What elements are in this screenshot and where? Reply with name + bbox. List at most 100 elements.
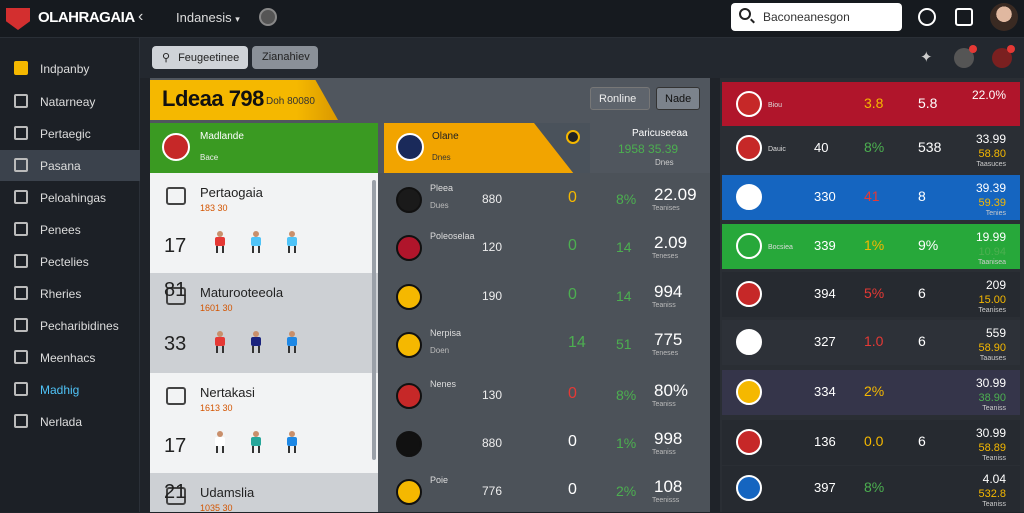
team-crest-icon [736,135,762,161]
match-odds-label: Teaniss [652,449,676,456]
team-logo-icon [166,387,186,405]
sidebar-item-label: Pertaegic [40,127,91,141]
player-figure-icon [284,331,300,353]
match-team: Poleoselaa [430,231,475,241]
standing-played: 330 [814,189,836,204]
sidebar-item-0[interactable]: Indpanby [0,53,140,84]
standing-form: 3.8 [864,95,884,111]
standing-form: 8% [864,139,885,155]
sidebar-item-7[interactable]: Rheries [0,278,140,309]
match-score: 0 [568,433,577,450]
match-team: Poie [430,475,449,485]
standing-odds-label: Teaniss [982,501,1006,508]
odds-value: 1958 35.39 [618,142,679,156]
search-filter-button[interactable]: ⚲ Feugeetinee [152,46,248,69]
match-odds: 22.09 [654,185,697,204]
team-crest-icon [736,379,762,405]
sidebar-item-label: Pecharibidines [40,319,119,333]
standing-odds: 4.04 [982,472,1006,486]
team-crest-icon [736,329,762,355]
team-crest-icon [396,187,422,213]
sidebar-item-2[interactable]: Pertaegic [0,118,140,149]
team-rank: 17 [164,435,187,457]
globe-icon[interactable] [259,8,277,26]
standing-odds: 559 [985,326,1006,340]
mode-button[interactable]: Nade [656,87,700,110]
search-input[interactable]: Baconeanesgon [763,10,850,24]
avatar[interactable] [990,3,1018,31]
pin-icon[interactable]: ✦ [920,48,940,68]
standing-points: 6 [918,285,926,301]
team-crest-icon [396,133,424,161]
match-score: 14 [568,334,586,351]
standing-odds: 30.99 [975,426,1006,440]
home-header-title: Madlande [200,131,244,142]
match-score: 0 [568,189,577,206]
standing-row[interactable]: 330 41 8 39.39 59.39 Tenies [722,175,1020,220]
match-row[interactable]: Poleoselaa 120 0 14 2.09 Teneses [378,221,710,269]
standing-row[interactable]: 397 8% 4.04 532.8 Teaniss [722,466,1020,512]
team-row[interactable]: Udamslia 1035 30 21 [150,473,378,513]
team-row[interactable]: Nertakasi 1613 30 17 [150,373,378,473]
cube-icon [14,126,28,140]
match-row[interactable]: 880 0 1% 998 Teaniss [378,417,710,465]
match-row[interactable]: Poie 776 0 2% 108 Teenisss [378,465,710,512]
home-header: Madlande Bace [150,123,378,173]
home-header-sub: Bace [200,153,219,162]
secondary-filter-button[interactable]: Zianahiev [252,46,318,69]
gear-icon [14,382,28,396]
standing-row[interactable]: Bocsiea 339 1% 9% 19.99 10.94 Taanisea [722,224,1020,269]
match-pct: 51 [616,336,632,352]
sidebar-item-9[interactable]: Meenhacs [0,342,140,373]
player-figure-icon [248,231,264,253]
match-row[interactable]: 190 0 14 994 Teaniss [378,270,710,318]
standing-row[interactable]: 136 0.0 6 30.99 58.89 Teaniss [722,420,1020,465]
match-stat: 120 [482,240,503,254]
standing-odds-label: Teanises [978,307,1006,314]
standing-played: 136 [814,434,836,449]
brand-logo-icon[interactable] [6,8,30,30]
sidebar-item-8[interactable]: Pecharibidines [0,310,140,341]
odds-title: Paricuseeaa [632,128,688,139]
standing-played: 397 [814,480,836,495]
sidebar-item-1[interactable]: Natarneay [0,86,140,117]
standing-row[interactable]: Dauic 40 8% 538 33.99 58.80 Taasuces [722,126,1020,171]
standing-row[interactable]: 327 1.0 6 559 58.90 Taauses [722,320,1020,365]
sidebar-item-5[interactable]: Penees [0,214,140,245]
standing-row[interactable]: Biou 3.8 5.8 22.0% [722,82,1020,127]
team-row[interactable]: Pertaogaia 183 30 17 [150,173,378,273]
sidebar-item-3[interactable]: Pasana [0,150,140,181]
online-button[interactable]: Ronline [590,87,650,110]
standing-odds-change: 532.8 [978,488,1006,500]
search-box[interactable]: Baconeanesgon [731,3,902,31]
team-rank: 21 [164,481,187,503]
sidebar-item-10[interactable]: Madhig [0,374,140,405]
match-stat: 130 [482,388,503,402]
match-row[interactable]: Nenes 130 0 8% 80% Teaniss [378,369,710,417]
sidebar-item-6[interactable]: Pectelies [0,246,140,277]
bell-icon[interactable] [955,8,973,26]
scrollbar[interactable] [372,180,376,460]
brand-name[interactable]: OLAHRAGAIA [38,9,135,26]
sidebar-item-11[interactable]: Nerlada [0,406,140,437]
flag-alert-icon[interactable] [992,45,1015,68]
sidebar-item-4[interactable]: Peloahingas [0,182,140,213]
notification-icon[interactable] [918,8,936,26]
profile-alert-icon[interactable] [954,45,977,68]
team-crest-icon [396,284,422,310]
standing-row[interactable]: 334 2% 30.99 38.90 Teaniss [722,370,1020,415]
standing-points: 6 [918,333,926,349]
sidebar-item-label: Pectelies [40,255,89,269]
standing-odds-change: 58.89 [978,442,1006,454]
standing-row[interactable]: 394 5% 6 209 15.00 Teanises [722,272,1020,317]
team-row[interactable]: Maturooteeola 1601 30 81 33 [150,273,378,373]
match-row[interactable]: Pleea Dues 880 0 8% 22.09 Teanises [378,173,710,221]
standing-form: 0.0 [864,433,884,449]
country-selector[interactable]: Indanesis ▾ [176,10,240,25]
team-record: 183 30 [200,203,228,213]
sidebar-item-label: Pasana [40,159,81,173]
match-pct: 1% [616,435,637,451]
standing-points: 5.8 [918,95,938,111]
back-arrow-icon[interactable]: ‹ [138,8,143,26]
match-row[interactable]: Nerpisa Doen 14 51 775 Teneses [378,318,710,366]
